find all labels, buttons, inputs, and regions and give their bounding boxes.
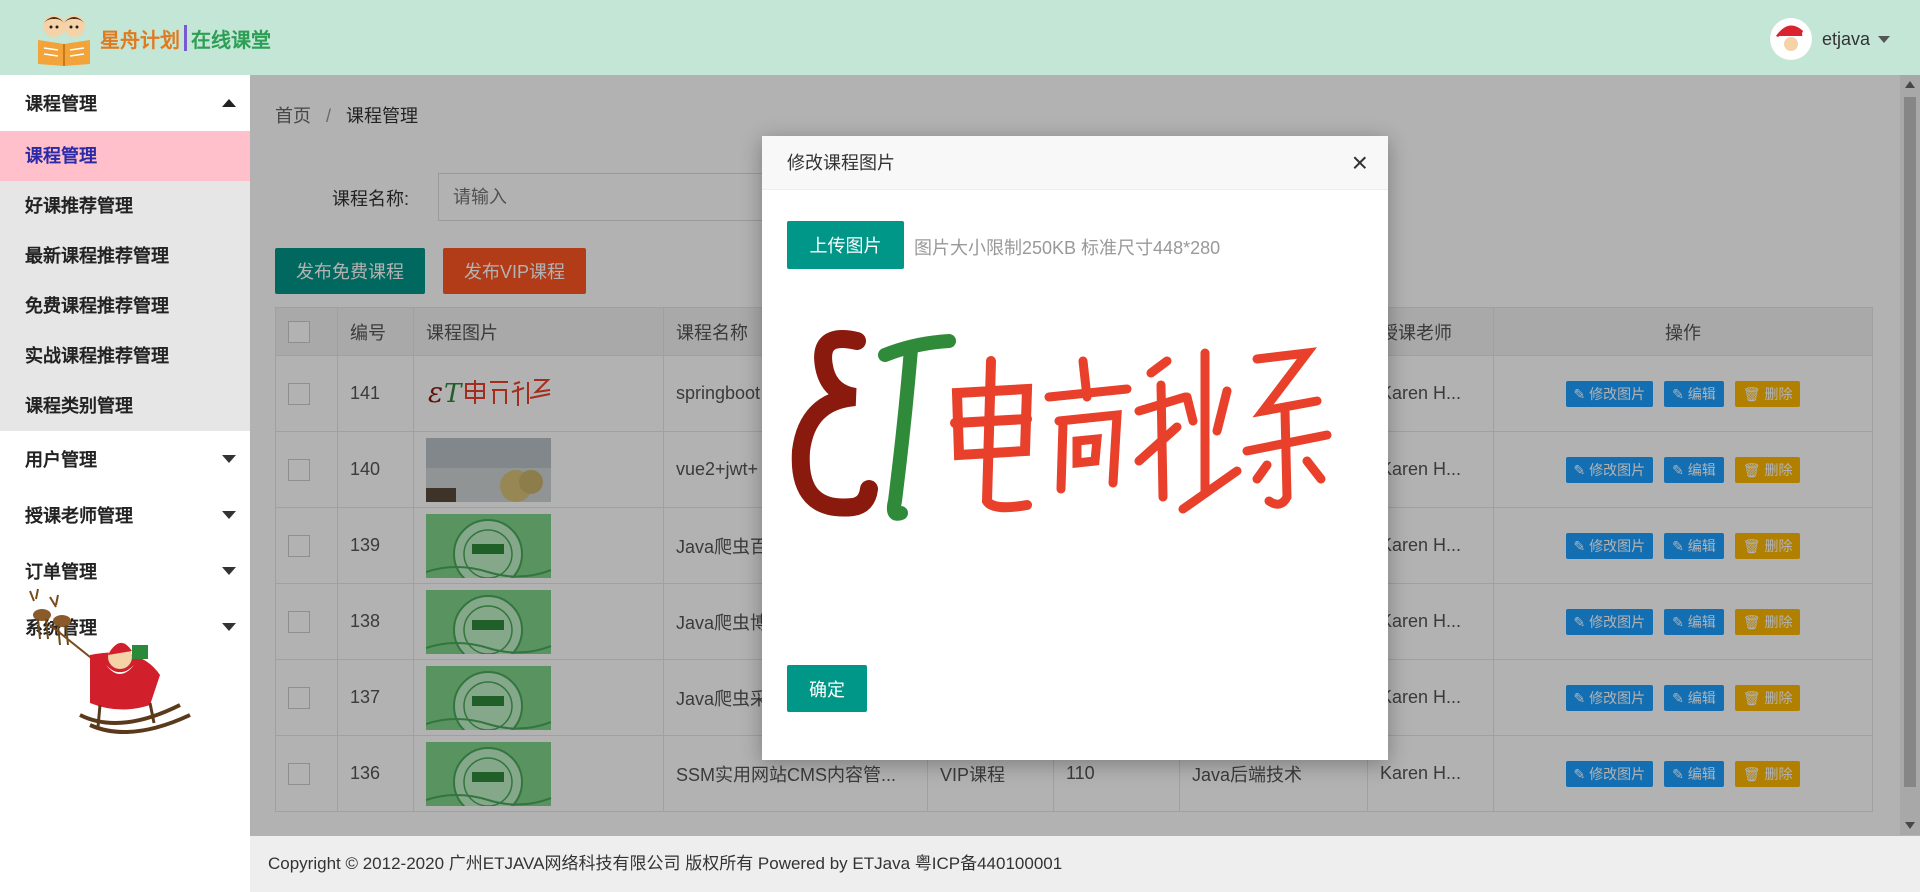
sidebar-item-free-course[interactable]: 免费课程推荐管理 (0, 281, 250, 331)
sidebar-item-course-manage[interactable]: 课程管理 (0, 131, 250, 181)
sidebar-item-latest-course[interactable]: 最新课程推荐管理 (0, 231, 250, 281)
menu-group-course[interactable]: 课程管理 (0, 75, 250, 131)
edit-image-modal: 修改课程图片 × 上传图片 图片大小限制250KB 标准尺寸448*280 ET… (762, 136, 1388, 760)
confirm-button[interactable]: 确定 (787, 665, 867, 712)
upload-image-button[interactable]: 上传图片 (787, 221, 904, 269)
menu-group-teacher[interactable]: 授课老师管理 (0, 487, 250, 543)
modal-title: 修改课程图片 (787, 153, 895, 173)
reindeer-sleigh-icon (20, 585, 200, 765)
copyright-text: Copyright © 2012-2020 广州ETJAVA网络科技有限公司 版… (268, 854, 1063, 873)
chevron-down-icon (222, 455, 236, 463)
menu-group-label: 订单管理 (25, 562, 97, 582)
menu-group-user[interactable]: 用户管理 (0, 431, 250, 487)
sidebar-item-category[interactable]: 课程类别管理 (0, 381, 250, 431)
sidebar: 课程管理 课程管理 好课推荐管理 最新课程推荐管理 免费课程推荐管理 实战课程推… (0, 75, 250, 892)
chevron-down-icon (222, 623, 236, 631)
logo-sub-text: 在线课堂 (191, 29, 271, 52)
username: etjava (1821, 28, 1870, 49)
logo-main-text: 星舟计划 (100, 29, 180, 52)
top-header: 星舟计划 在线课堂 etjava (0, 0, 1920, 75)
footer: Copyright © 2012-2020 广州ETJAVA网络科技有限公司 版… (250, 836, 1920, 892)
kids-reading-icon (34, 10, 94, 66)
sidebar-item-good-course[interactable]: 好课推荐管理 (0, 181, 250, 231)
menu-group-label: 用户管理 (25, 450, 97, 470)
menu-group-label: 课程管理 (25, 94, 97, 114)
site-logo[interactable]: 星舟计划 在线课堂 (34, 10, 271, 66)
upload-tip: 图片大小限制250KB 标准尺寸448*280 (914, 238, 1221, 258)
santa-avatar-icon (1769, 18, 1812, 60)
chevron-down-icon (1878, 35, 1890, 43)
user-menu[interactable]: etjava (1769, 18, 1890, 60)
course-image-preview: ET电商秒杀 (787, 301, 1335, 546)
modal-header: 修改课程图片 × (762, 136, 1388, 190)
menu-group-label: 授课老师管理 (25, 506, 133, 526)
preview-logo-text: ET电商秒杀 (952, 361, 1335, 500)
course-submenu: 课程管理 好课推荐管理 最新课程推荐管理 免费课程推荐管理 实战课程推荐管理 课… (0, 131, 250, 431)
chevron-down-icon (222, 511, 236, 519)
chevron-down-icon (222, 567, 236, 575)
sidebar-item-practice-course[interactable]: 实战课程推荐管理 (0, 331, 250, 381)
chevron-up-icon (222, 99, 236, 107)
close-icon[interactable]: × (1352, 136, 1368, 190)
logo-divider (184, 25, 187, 51)
